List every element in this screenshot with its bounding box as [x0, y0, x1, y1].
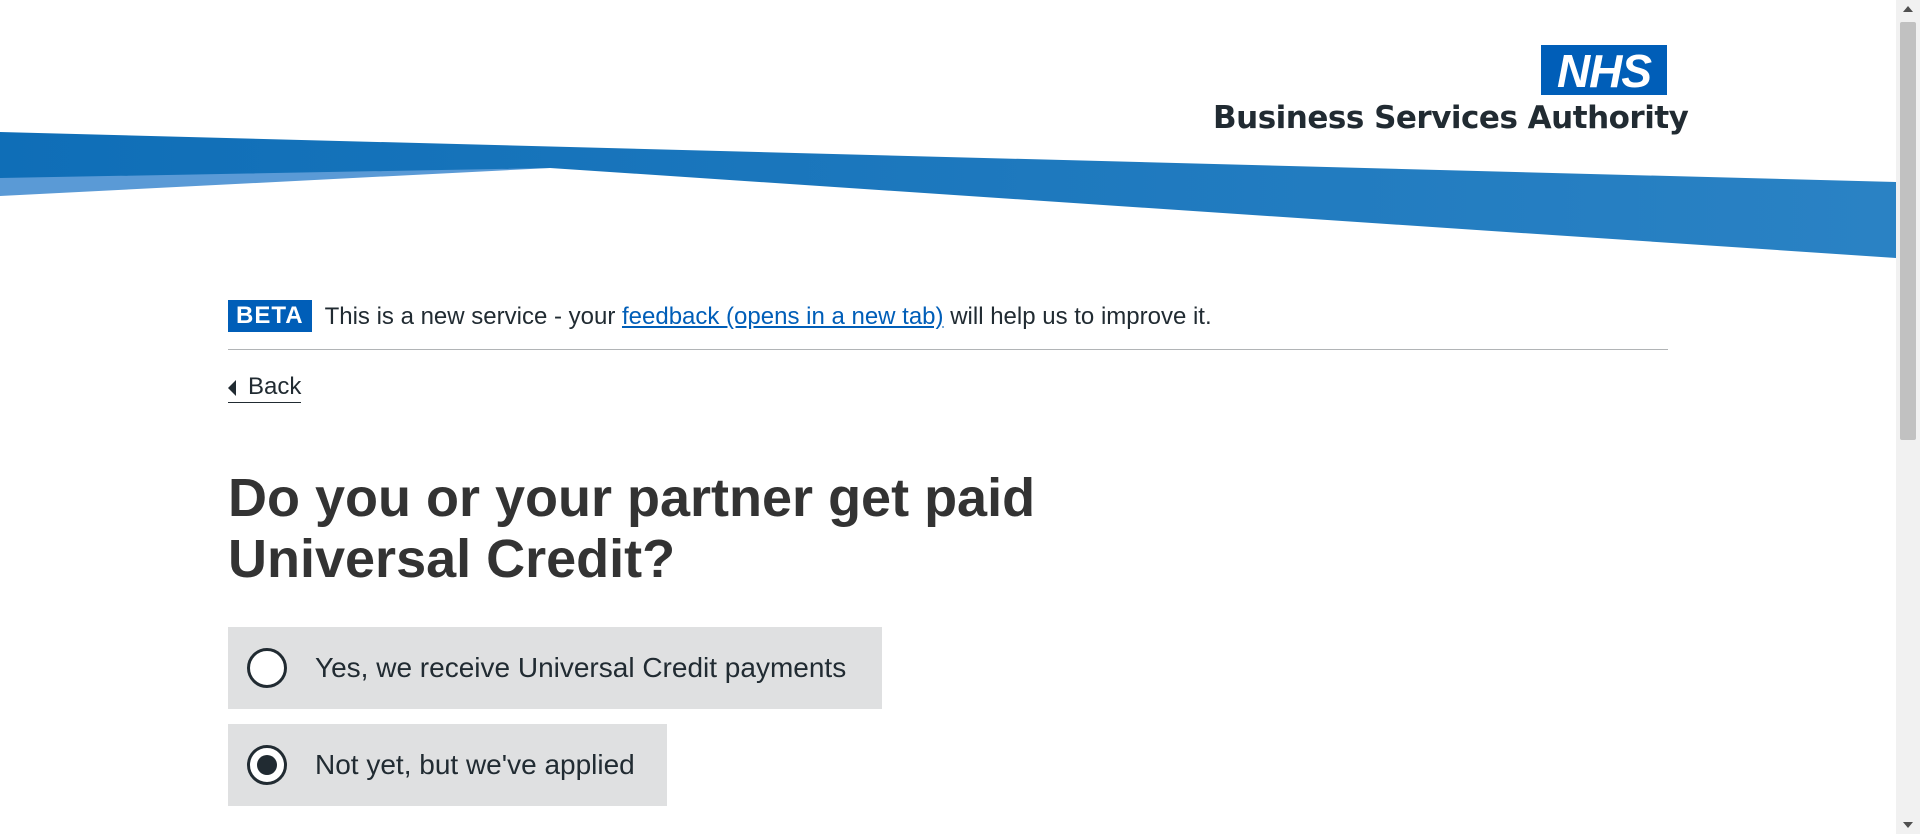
- radio-label-not-yet[interactable]: Not yet, but we've applied: [315, 749, 635, 781]
- beta-tag: BETA: [228, 300, 312, 332]
- page: NHS Business Services Authority BETA Thi…: [0, 0, 1920, 834]
- scroll-down-arrow-icon[interactable]: [1903, 822, 1913, 828]
- phase-text-after: will help us to improve it.: [943, 303, 1212, 330]
- nhs-logo[interactable]: NHS: [1541, 45, 1667, 95]
- vertical-scrollbar[interactable]: [1896, 0, 1920, 834]
- chevron-left-icon: [228, 380, 236, 396]
- radio-button-yes[interactable]: [247, 648, 287, 688]
- phase-banner-text: This is a new service - your feedback (o…: [325, 300, 1212, 334]
- radio-option-not-yet[interactable]: Not yet, but we've applied: [228, 724, 667, 806]
- page-question-heading: Do you or your partner get paid Universa…: [228, 468, 1036, 589]
- nhs-logo-text: NHS: [1557, 45, 1652, 95]
- back-link-label: Back: [248, 373, 302, 400]
- phase-banner: BETA This is a new service - your feedba…: [228, 300, 1668, 350]
- radio-label-yes[interactable]: Yes, we receive Universal Credit payment…: [315, 652, 846, 684]
- organisation-name: Business Services Authority: [1213, 100, 1689, 136]
- scroll-up-arrow-icon[interactable]: [1903, 6, 1913, 12]
- radio-option-yes[interactable]: Yes, we receive Universal Credit payment…: [228, 627, 882, 709]
- back-link[interactable]: Back: [228, 372, 302, 403]
- banner-main-band: [0, 132, 1896, 258]
- scrollbar-thumb[interactable]: [1900, 22, 1916, 440]
- radio-button-not-yet[interactable]: [247, 745, 287, 785]
- phase-text-before: This is a new service - your: [324, 303, 622, 330]
- feedback-link[interactable]: feedback (opens in a new tab): [622, 303, 944, 330]
